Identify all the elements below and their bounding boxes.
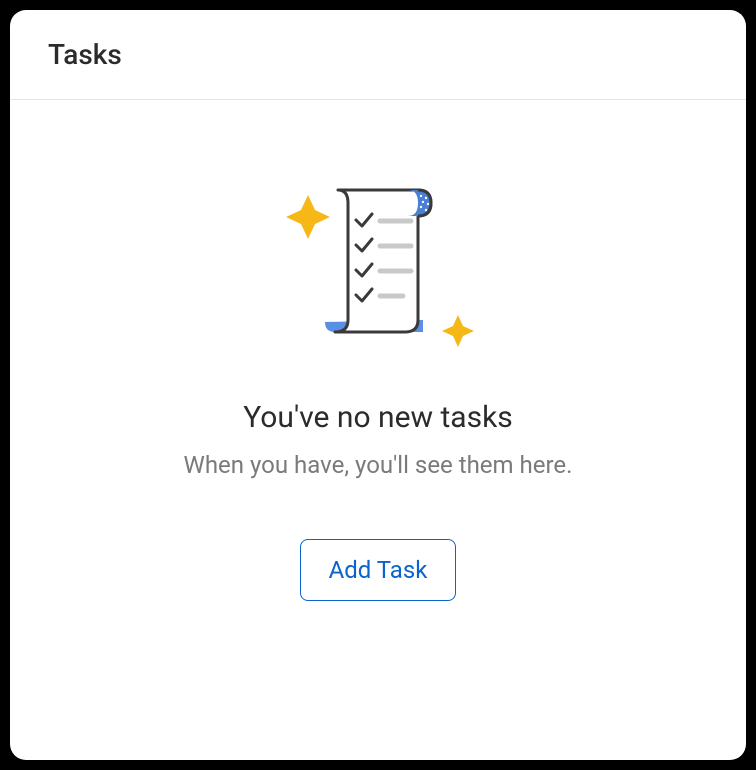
- empty-state-subtitle: When you have, you'll see them here.: [184, 451, 573, 479]
- tasks-card: Tasks: [10, 10, 746, 760]
- add-task-button[interactable]: Add Task: [300, 539, 457, 601]
- empty-state-title: You've no new tasks: [243, 400, 513, 435]
- card-body: You've no new tasks When you have, you'l…: [10, 100, 746, 760]
- card-header: Tasks: [10, 10, 746, 100]
- checklist-scroll-icon: [253, 160, 503, 360]
- card-title: Tasks: [48, 38, 708, 71]
